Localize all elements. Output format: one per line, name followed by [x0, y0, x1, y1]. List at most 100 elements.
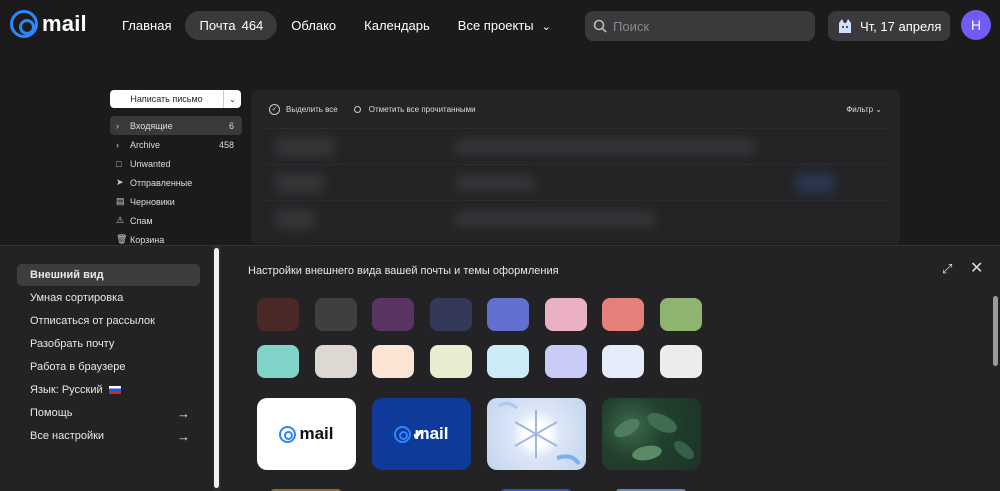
- settings-menu-all[interactable]: Все настройки →: [17, 425, 200, 447]
- message-list-panel: ✓ Выделить все Отметить все прочитанными…: [251, 90, 900, 244]
- color-swatch[interactable]: [429, 345, 472, 378]
- color-swatch[interactable]: [659, 345, 702, 378]
- top-bar: mail Главная Почта 464 Облако Календарь В…: [0, 0, 1000, 50]
- sent-icon: ➤: [116, 177, 124, 187]
- compose-label[interactable]: Написать письмо: [110, 90, 223, 108]
- color-swatch[interactable]: [544, 298, 587, 331]
- snowflake-icon: [498, 401, 581, 466]
- scrollbar-thumb[interactable]: [214, 248, 219, 488]
- nav-cloud[interactable]: Облако: [277, 11, 350, 40]
- sidebar-scrollbar[interactable]: [213, 246, 221, 491]
- content-scrollbar[interactable]: [991, 246, 1000, 491]
- ru-flag-icon: [108, 386, 121, 394]
- mail-logo[interactable]: mail: [10, 10, 87, 38]
- nav-home[interactable]: Главная: [108, 11, 185, 40]
- color-swatch[interactable]: [659, 298, 702, 331]
- settings-menu-unsubscribe[interactable]: Отписаться от рассылок: [17, 310, 200, 332]
- color-swatch[interactable]: [544, 345, 587, 378]
- menu-label: Работа в браузере: [30, 361, 126, 373]
- settings-menu-sort-mail[interactable]: Разобрать почту: [17, 333, 200, 355]
- chevron-right-icon: ›: [116, 120, 119, 131]
- theme-leaves[interactable]: [602, 398, 701, 470]
- color-swatch[interactable]: [257, 298, 299, 331]
- color-swatch[interactable]: [429, 298, 472, 331]
- chevron-down-icon: ⌄: [541, 21, 551, 33]
- at-logo-icon: [279, 425, 297, 443]
- theme-mail-blue[interactable]: mail ✔: [372, 398, 471, 470]
- color-swatch[interactable]: [372, 298, 414, 331]
- theme-logo: mail: [279, 424, 334, 444]
- check-circle-icon[interactable]: ✓: [269, 103, 280, 115]
- list-item[interactable]: [265, 200, 886, 236]
- search-icon: [593, 19, 607, 33]
- filter-button[interactable]: Фильтр ⌄: [846, 105, 882, 114]
- theme-snowflake[interactable]: [487, 398, 586, 470]
- theme-mail-light[interactable]: mail: [257, 398, 356, 470]
- theme-logo-text: mail: [299, 424, 334, 443]
- menu-label: Разобрать почту: [30, 338, 115, 350]
- nav-all-projects[interactable]: Все проекты ⌄: [444, 11, 565, 40]
- color-swatch[interactable]: [602, 345, 644, 378]
- folder-unwanted[interactable]: □ Unwanted: [110, 154, 242, 173]
- logo-text: mail: [42, 11, 87, 36]
- color-swatch[interactable]: [314, 298, 357, 331]
- menu-label: Помощь: [30, 407, 73, 419]
- avatar[interactable]: Н: [961, 10, 991, 40]
- folder-label: Входящие: [130, 120, 173, 131]
- settings-menu-help[interactable]: Помощь →: [17, 402, 200, 424]
- date-widget[interactable]: Чт, 17 апреля: [828, 11, 950, 41]
- settings-menu-browser[interactable]: Работа в браузере: [17, 356, 200, 378]
- color-swatch[interactable]: [257, 345, 299, 378]
- folder-icon: □: [116, 158, 122, 169]
- filter-label: Фильтр: [846, 104, 874, 114]
- folder-inbox[interactable]: › Входящие 6: [110, 116, 242, 135]
- folder-label: Unwanted: [130, 158, 171, 169]
- folder-spam[interactable]: ⚠ Спам: [110, 211, 242, 230]
- color-swatch[interactable]: [372, 345, 414, 378]
- main-nav: Главная Почта 464 Облако Календарь Все пр…: [108, 11, 565, 40]
- list-toolbar: ✓ Выделить все Отметить все прочитанными…: [251, 90, 900, 128]
- select-all-button[interactable]: Выделить все: [286, 105, 338, 114]
- list-item[interactable]: [265, 164, 886, 200]
- folder-sent[interactable]: ➤ Отправленные: [110, 173, 242, 192]
- folder-count: 6: [228, 120, 234, 131]
- arrow-right-icon: →: [177, 428, 190, 444]
- menu-label: Умная сортировка: [30, 292, 124, 304]
- search-input[interactable]: [613, 18, 803, 34]
- leaves-icon: [614, 413, 694, 461]
- search-box[interactable]: [585, 11, 815, 41]
- avatar-letter: Н: [970, 17, 982, 33]
- cat-weather-icon: [839, 19, 851, 33]
- color-swatch[interactable]: [487, 345, 529, 378]
- circle-icon[interactable]: [353, 105, 361, 113]
- expand-icon[interactable]: ⤢: [942, 261, 952, 277]
- nav-home-label: Главная: [122, 18, 172, 33]
- color-swatch[interactable]: [314, 345, 357, 378]
- settings-panel: Внешний вид Умная сортировка Отписаться …: [0, 245, 1000, 491]
- color-swatch[interactable]: [602, 298, 644, 331]
- at-logo-icon: [10, 10, 38, 38]
- settings-menu-language[interactable]: Язык: Русский: [17, 379, 200, 401]
- color-swatch[interactable]: [487, 298, 529, 331]
- chevron-down-icon[interactable]: ⌄: [223, 90, 241, 108]
- folder-drafts[interactable]: ▤ Черновики: [110, 192, 242, 211]
- chevron-right-icon: ›: [116, 139, 119, 150]
- trash-icon: 🗑: [116, 234, 128, 244]
- folder-list: › Входящие 6 › Archive 458 □ Unwanted ➤ Отправ…: [110, 116, 242, 249]
- mark-all-read-button[interactable]: Отметить все прочитанными: [369, 105, 476, 114]
- folder-label: Archive: [130, 139, 161, 150]
- settings-menu-appearance[interactable]: Внешний вид: [17, 264, 200, 286]
- nav-cloud-label: Облако: [291, 18, 337, 33]
- scrollbar-thumb[interactable]: [993, 296, 998, 366]
- list-item[interactable]: [265, 128, 886, 164]
- mail-count-badge: 464: [241, 18, 264, 33]
- compose-button[interactable]: Написать письмо ⌄: [110, 90, 241, 108]
- settings-menu-smart-sort[interactable]: Умная сортировка: [17, 287, 200, 309]
- folder-label: Отправленные: [130, 177, 193, 188]
- folder-archive[interactable]: › Archive 458: [110, 135, 242, 154]
- close-icon[interactable]: ✕: [970, 258, 983, 278]
- folder-count: 458: [218, 139, 234, 150]
- nav-calendar[interactable]: Календарь: [350, 11, 444, 40]
- draft-icon: ▤: [116, 196, 125, 206]
- nav-mail[interactable]: Почта 464: [185, 11, 278, 40]
